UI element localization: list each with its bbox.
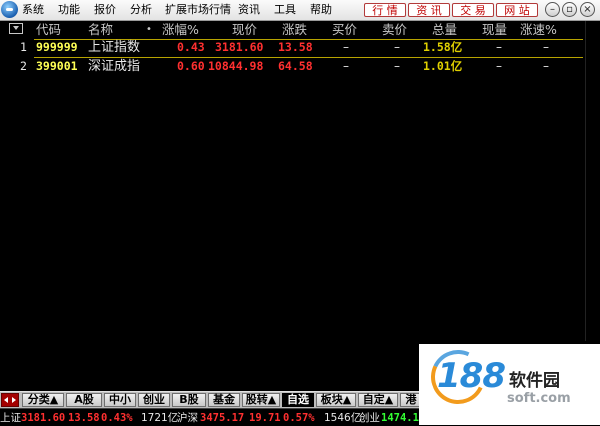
tab-chinext[interactable]: 创业 bbox=[138, 393, 170, 407]
stock-name: 深证成指 bbox=[88, 59, 141, 74]
ask: – bbox=[394, 59, 400, 73]
tab-neeq[interactable]: 股转▲ bbox=[242, 393, 280, 407]
hs-pct: 0.57% bbox=[283, 412, 315, 424]
col-bid[interactable]: 买价 bbox=[332, 21, 357, 38]
col-speed[interactable]: 涨速% bbox=[520, 21, 557, 38]
app-logo-icon[interactable] bbox=[1, 1, 18, 18]
col-code[interactable]: 代码 bbox=[36, 21, 61, 38]
col-change[interactable]: 涨跌 bbox=[282, 21, 307, 38]
menu-extended-market[interactable]: 扩展市场行情 bbox=[165, 3, 231, 17]
quick-website-button[interactable]: 网 站 bbox=[496, 3, 538, 17]
change-pct: 0.43 bbox=[177, 40, 205, 54]
cy-label: 创业 bbox=[359, 412, 380, 424]
current-volume: – bbox=[496, 40, 502, 54]
sh-label: 上证 bbox=[0, 412, 21, 424]
tab-a-shares[interactable]: A股 bbox=[66, 393, 102, 407]
stock-code: 999999 bbox=[36, 40, 78, 54]
hs-change: 19.71 bbox=[249, 412, 281, 424]
sh-amount: 1721亿 bbox=[141, 412, 179, 424]
tab-category[interactable]: 分类▲ bbox=[22, 393, 64, 407]
minimize-icon[interactable]: – bbox=[545, 2, 560, 17]
change: 13.58 bbox=[278, 40, 313, 54]
col-volume[interactable]: 总量 bbox=[432, 21, 457, 38]
col-dot: • bbox=[146, 24, 152, 35]
site-watermark: 188 软件园 soft.com bbox=[419, 342, 600, 425]
menu-function[interactable]: 功能 bbox=[58, 3, 80, 17]
price: 3181.60 bbox=[215, 40, 264, 54]
stock-name: 上证指数 bbox=[88, 40, 141, 55]
sh-price: 3181.60 bbox=[21, 412, 66, 424]
sh-change: 13.58 bbox=[68, 412, 100, 424]
tab-custom[interactable]: 自定▲ bbox=[358, 393, 398, 407]
menu-bar: 系统 功能 报价 分析 扩展市场行情 资讯 工具 帮助 行 情 资 讯 交 易 … bbox=[0, 0, 600, 21]
tab-funds[interactable]: 基金 bbox=[208, 393, 240, 407]
ask: – bbox=[394, 40, 400, 54]
speed: – bbox=[543, 59, 549, 73]
watermark-brand: 软件园 bbox=[509, 371, 560, 391]
speed: – bbox=[543, 40, 549, 54]
bid: – bbox=[343, 59, 349, 73]
stock-code: 399001 bbox=[36, 59, 78, 73]
col-price[interactable]: 现价 bbox=[232, 21, 257, 38]
column-menu-icon[interactable] bbox=[9, 23, 23, 34]
watermark-url: soft.com bbox=[507, 391, 571, 406]
quick-news-button[interactable]: 资 讯 bbox=[408, 3, 450, 17]
bid: – bbox=[343, 40, 349, 54]
change: 64.58 bbox=[278, 59, 313, 73]
tab-b-shares[interactable]: B股 bbox=[172, 393, 206, 407]
col-change-pct[interactable]: 涨幅% bbox=[162, 21, 199, 38]
hs-label: 沪深 bbox=[177, 412, 198, 424]
volume: 1.58亿 bbox=[423, 40, 463, 54]
volume: 1.01亿 bbox=[423, 59, 463, 73]
row-index: 1 bbox=[20, 40, 27, 54]
tab-sectors[interactable]: 板块▲ bbox=[316, 393, 356, 407]
menu-quote[interactable]: 报价 bbox=[94, 3, 116, 17]
tab-scroll-arrows-icon[interactable] bbox=[1, 393, 19, 407]
vertical-scrollbar[interactable] bbox=[585, 21, 600, 341]
quick-trade-button[interactable]: 交 易 bbox=[452, 3, 494, 17]
col-current-volume[interactable]: 现量 bbox=[482, 21, 507, 38]
sh-pct: 0.43% bbox=[101, 412, 133, 424]
restore-icon[interactable]: ▫ bbox=[562, 2, 577, 17]
table-row[interactable]: 1 999999 上证指数 0.43 3181.60 13.58 – – 1.5… bbox=[0, 38, 600, 57]
table-row[interactable]: 2 399001 深证成指 0.60 10844.98 64.58 – – 1.… bbox=[0, 57, 600, 76]
tab-sme[interactable]: 中小 bbox=[104, 393, 136, 407]
menu-news[interactable]: 资讯 bbox=[238, 3, 260, 17]
current-volume: – bbox=[496, 59, 502, 73]
menu-system[interactable]: 系统 bbox=[22, 3, 44, 17]
price: 10844.98 bbox=[208, 59, 264, 73]
change-pct: 0.60 bbox=[177, 59, 205, 73]
hs-price: 3475.17 bbox=[200, 412, 245, 424]
menu-tools[interactable]: 工具 bbox=[274, 3, 296, 17]
hs-amount: 1546亿 bbox=[324, 412, 362, 424]
close-icon[interactable]: × bbox=[580, 2, 595, 17]
tab-watchlist[interactable]: 自选 bbox=[282, 393, 314, 407]
menu-analysis[interactable]: 分析 bbox=[130, 3, 152, 17]
col-name[interactable]: 名称 bbox=[88, 21, 113, 38]
row-index: 2 bbox=[20, 59, 27, 73]
menu-help[interactable]: 帮助 bbox=[310, 3, 332, 17]
col-ask[interactable]: 卖价 bbox=[382, 21, 407, 38]
quick-quotes-button[interactable]: 行 情 bbox=[364, 3, 406, 17]
watermark-logo-number: 188 bbox=[437, 356, 506, 396]
